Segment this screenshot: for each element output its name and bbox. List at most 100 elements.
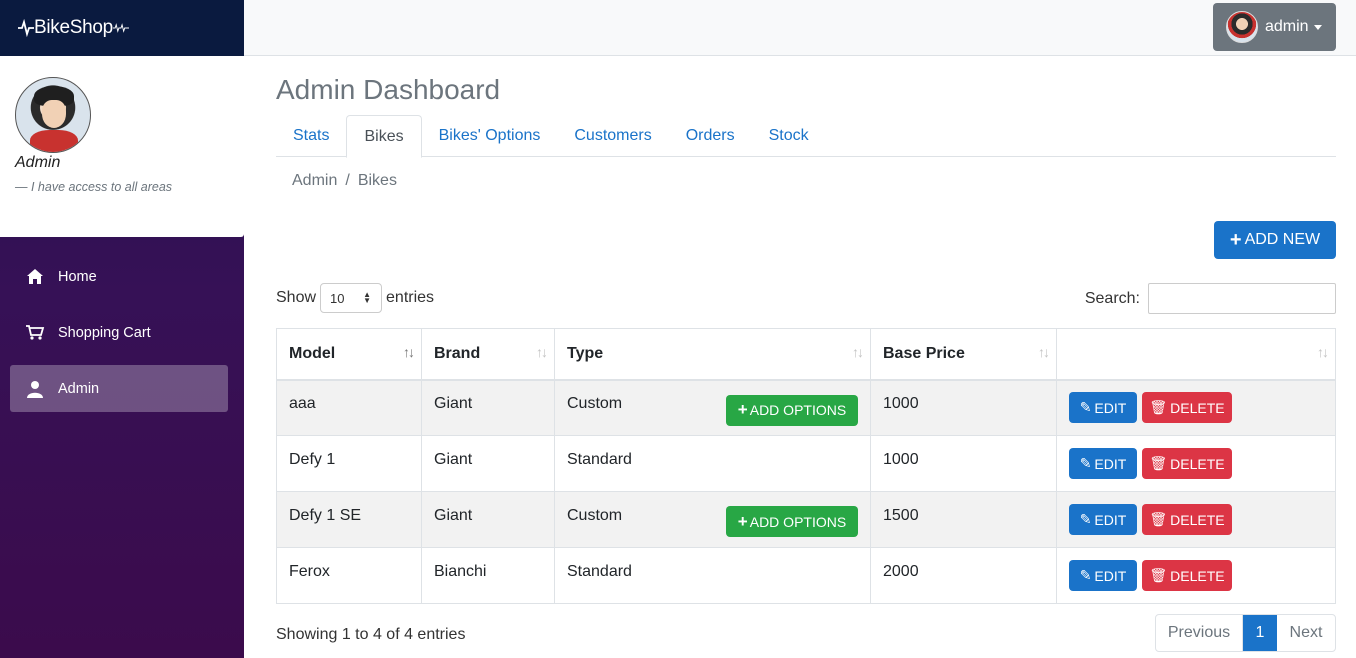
delete-button[interactable]: 🗑 DELETE: [1142, 448, 1232, 479]
top-navbar: admin: [244, 0, 1356, 56]
pencil-icon: ✎: [1079, 511, 1092, 527]
show-label: Show: [276, 289, 317, 306]
cell-actions: ✎ EDIT 🗑 DELETE: [1056, 435, 1336, 492]
tab-stats[interactable]: Stats: [276, 115, 346, 157]
cell-type: Standard: [554, 435, 871, 492]
delete-button[interactable]: 🗑 DELETE: [1142, 504, 1232, 535]
entries-select-value: 10: [330, 290, 345, 306]
brand-logo[interactable]: BikeShop: [0, 0, 244, 56]
plus-icon: +: [737, 400, 748, 419]
search-label: Search:: [1084, 289, 1140, 307]
select-arrows-icon: ▲ ▼: [363, 290, 372, 305]
pagination-next[interactable]: Next: [1277, 615, 1335, 651]
user-icon: [25, 380, 45, 398]
tab-bikes[interactable]: Bikes: [346, 115, 422, 158]
column-header-label: Model: [289, 344, 336, 362]
bikes-table: Model ↑↓ Brand ↑↓ Type ↑↓ Base Price ↑↓ ↑↓ a…: [276, 328, 1336, 604]
sidebar-item-admin[interactable]: Admin: [10, 365, 228, 412]
add-options-button[interactable]: + ADD OPTIONS: [726, 394, 858, 426]
breadcrumb-item-admin[interactable]: Admin: [292, 172, 337, 190]
cell-model: Defy 1 SE: [276, 491, 422, 548]
sort-icon: ↑↓: [852, 344, 864, 360]
cell-brand: Bianchi: [421, 547, 555, 604]
sort-icon: ↑↓: [536, 344, 548, 360]
table-info: Showing 1 to 4 of 4 entries: [276, 626, 466, 643]
cell-base-price: 1500: [870, 491, 1057, 548]
sort-asc-icon: ↑↓: [403, 344, 415, 360]
cell-base-price: 1000: [870, 435, 1057, 492]
profile-quote: — I have access to all areas: [15, 180, 173, 194]
breadcrumb: Admin / Bikes: [292, 172, 397, 190]
edit-label: EDIT: [1094, 399, 1127, 416]
cell-actions: ✎ EDIT 🗑 DELETE: [1056, 547, 1336, 604]
entries-label: entries: [386, 289, 435, 306]
trash-icon: 🗑: [1149, 455, 1168, 471]
add-options-label: ADD OPTIONS: [749, 513, 847, 530]
breadcrumb-separator: /: [345, 172, 350, 189]
delete-label: DELETE: [1170, 399, 1225, 416]
table-row: Ferox Bianchi Standard 2000 ✎ EDIT 🗑 DELET…: [276, 547, 1336, 604]
sidebar: BikeShop Admin — I have access to all ar…: [0, 0, 244, 658]
sidebar-nav: Home Shopping Cart Admin: [10, 253, 228, 421]
column-header-actions[interactable]: ↑↓: [1056, 328, 1336, 381]
entries-select[interactable]: 10 ▲ ▼: [320, 283, 383, 313]
table-row: aaa Giant Custom + ADD OPTIONS 1000 ✎ EDIT…: [276, 379, 1336, 436]
add-new-label: ADD NEW: [1244, 231, 1321, 248]
cell-base-price: 2000: [870, 547, 1057, 604]
edit-label: EDIT: [1094, 511, 1127, 528]
pencil-icon: ✎: [1079, 455, 1092, 471]
delete-button[interactable]: 🗑 DELETE: [1142, 392, 1232, 424]
search-input[interactable]: [1148, 283, 1336, 314]
sidebar-item-home[interactable]: Home: [10, 253, 228, 300]
edit-button[interactable]: ✎ EDIT: [1069, 392, 1137, 424]
column-header-label: Brand: [434, 344, 481, 362]
cell-brand: Giant: [421, 491, 555, 548]
entries-length-control: Show 10 ▲ ▼ entries: [276, 283, 434, 313]
sidebar-item-label: Admin: [58, 380, 100, 397]
user-menu-label: admin: [1265, 18, 1309, 35]
tab-bikes-options[interactable]: Bikes' Options: [422, 115, 558, 157]
table-search: Search:: [1085, 283, 1336, 314]
plus-icon: +: [737, 511, 748, 531]
delete-label: DELETE: [1170, 455, 1225, 472]
brand-name: BikeShop: [34, 17, 113, 38]
table-row: Defy 1 Giant Standard 1000 ✎ EDIT 🗑 DELETE: [276, 435, 1336, 492]
user-menu-button[interactable]: admin: [1213, 3, 1336, 51]
edit-button[interactable]: ✎ EDIT: [1069, 560, 1137, 591]
edit-label: EDIT: [1094, 567, 1127, 584]
tab-customers[interactable]: Customers: [557, 115, 668, 157]
edit-button[interactable]: ✎ EDIT: [1069, 448, 1137, 479]
pagination-page-1[interactable]: 1: [1243, 615, 1277, 651]
edit-label: EDIT: [1094, 455, 1127, 472]
column-header-model[interactable]: Model ↑↓: [276, 328, 422, 381]
sort-icon: ↑↓: [1038, 344, 1050, 360]
table-header-row: Model ↑↓ Brand ↑↓ Type ↑↓ Base Price ↑↓ ↑↓: [276, 328, 1336, 381]
tab-stock[interactable]: Stock: [752, 115, 826, 157]
profile-card: Admin — I have access to all areas: [0, 56, 244, 237]
cell-type-value: Standard: [567, 562, 632, 580]
column-header-label: Type: [567, 344, 604, 362]
delete-button[interactable]: 🗑 DELETE: [1142, 560, 1232, 591]
profile-name: Admin: [15, 154, 61, 171]
column-header-brand[interactable]: Brand ↑↓: [421, 328, 555, 381]
column-header-type[interactable]: Type ↑↓: [554, 328, 871, 381]
cell-brand: Giant: [421, 379, 555, 436]
sidebar-item-shopping-cart[interactable]: Shopping Cart: [10, 309, 228, 356]
trash-icon: 🗑: [1149, 399, 1168, 416]
sort-icon: ↑↓: [1317, 344, 1329, 360]
delete-label: DELETE: [1170, 511, 1225, 528]
edit-button[interactable]: ✎ EDIT: [1069, 504, 1137, 535]
pulse-icon: [112, 23, 129, 33]
pagination-previous[interactable]: Previous: [1156, 615, 1243, 651]
cell-model: Defy 1: [276, 435, 422, 492]
avatar: [1226, 11, 1258, 43]
add-options-button[interactable]: + ADD OPTIONS: [726, 506, 858, 537]
tab-bar: Stats Bikes Bikes' Options Customers Ord…: [276, 115, 1336, 158]
column-header-base-price[interactable]: Base Price ↑↓: [870, 328, 1057, 381]
add-new-button[interactable]: + ADD NEW: [1214, 221, 1336, 259]
table-row: Defy 1 SE Giant Custom + ADD OPTIONS 1500…: [276, 491, 1336, 548]
home-icon: [25, 268, 45, 286]
avatar: [15, 77, 91, 153]
tab-orders[interactable]: Orders: [669, 115, 752, 157]
cell-model: aaa: [276, 379, 422, 436]
